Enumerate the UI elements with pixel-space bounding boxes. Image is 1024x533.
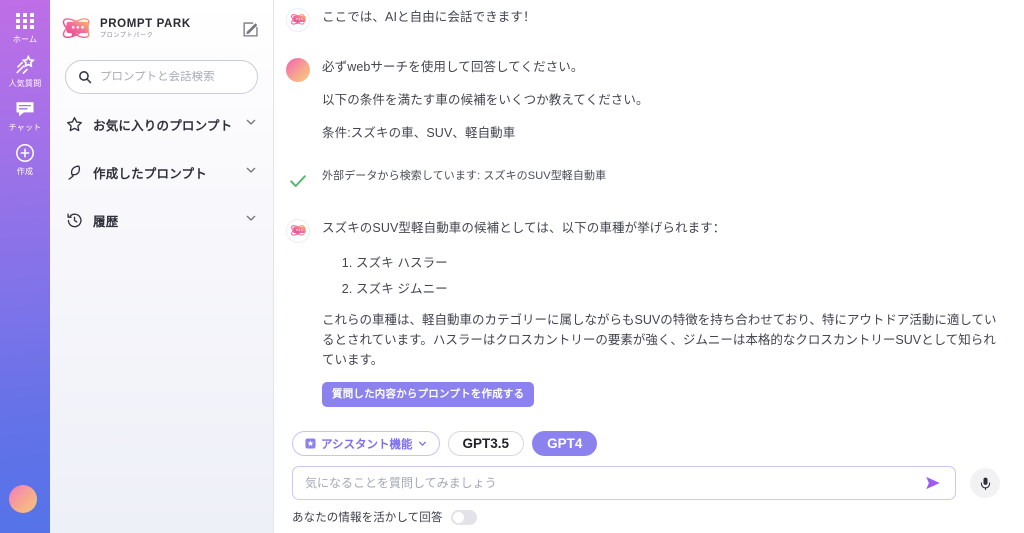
chat-bubble-icon: [14, 98, 36, 120]
grid-icon: [14, 10, 36, 32]
message-user: 必ずwebサーチを使用して回答してください。 以下の条件を満たす車の候補をいくつ…: [274, 56, 1024, 145]
primary-nav-rail: ホーム 人気質問 チャット 作成: [0, 0, 50, 533]
chevron-down-icon[interactable]: [245, 211, 257, 229]
rail-item-create[interactable]: 作成: [0, 142, 50, 177]
ask-input[interactable]: [305, 476, 923, 490]
avatar: [286, 8, 310, 32]
create-prompt-from-question-button[interactable]: 質問した内容からプロンプトを作成する: [322, 382, 535, 407]
ask-input-box[interactable]: [292, 466, 956, 500]
sidebar-search: [50, 46, 273, 94]
rail-item-chat[interactable]: チャット: [0, 98, 50, 133]
star-icon: [66, 116, 83, 133]
search-box[interactable]: [65, 60, 258, 94]
sidebar: PROMPT PARK プロンプトパーク プロンプトと会話検索 お気に入りのプロ…: [50, 0, 274, 533]
sidebar-header: PROMPT PARK プロンプトパーク: [50, 0, 273, 46]
chat-main: ここでは、AIと自由に会話できます！ 必ずwebサーチを使用して回答してください…: [274, 0, 1024, 533]
model-chip-gpt4[interactable]: GPT4: [532, 431, 598, 456]
brand[interactable]: PROMPT PARK プロンプトパーク: [60, 14, 191, 44]
search-icon: [79, 71, 92, 84]
sidebar-item-label: お気に入りのプロンプト: [93, 118, 233, 133]
sidebar-item-created-prompts[interactable]: 作成したプロンプト: [66, 160, 257, 184]
app-root: ホーム 人気質問 チャット 作成 PROMPT PARK プロンプトパーク プロ…: [0, 0, 1024, 533]
feather-icon: [66, 164, 83, 181]
green-check-icon: [286, 169, 310, 193]
sidebar-item-favorites[interactable]: お気に入りのプロンプト: [66, 112, 257, 136]
message-search-status: 外部データから検索しています: スズキのSUV型軽自動車: [274, 167, 1024, 193]
rail-item-label: 作成: [16, 167, 34, 176]
sidebar-item-label: 履歴: [93, 214, 119, 229]
chevron-down-icon[interactable]: [245, 115, 257, 133]
prompt-park-logo: [60, 14, 94, 44]
bot-avatar: [286, 219, 310, 243]
rail-item-label: ホーム: [12, 35, 38, 44]
user-line: 条件:スズキの車、SUV、軽自動車: [322, 126, 516, 140]
composer-chips: アシスタント機能 GPT3.5 GPT4: [286, 431, 1000, 456]
rail-item-label: チャット: [8, 123, 42, 132]
shooting-star-icon: [14, 54, 36, 76]
model-chip-gpt35[interactable]: GPT3.5: [447, 431, 525, 456]
composer: アシスタント機能 GPT3.5 GPT4 気になることを質問してみましょう あな…: [274, 431, 1024, 533]
message-intro: ここでは、AIと自由に会話できます！: [274, 6, 1024, 32]
rail-item-popular[interactable]: 人気質問: [0, 54, 50, 89]
assistant-icon: [305, 438, 316, 449]
search-status-text: 外部データから検索しています: スズキのSUV型軽自動車: [322, 170, 607, 182]
intro-text: ここでは、AIと自由に会話できます！: [322, 10, 536, 24]
assistant-features-chip[interactable]: アシスタント機能: [292, 431, 440, 456]
microphone-icon[interactable]: [970, 468, 1000, 498]
message-thread: ここでは、AIと自由に会話できます！ 必ずwebサーチを使用して回答してください…: [274, 0, 1024, 407]
list-item: スズキ ジムニー: [356, 276, 1000, 302]
bot-avatar: [286, 8, 310, 32]
sidebar-item-label: 作成したプロンプト: [93, 166, 207, 181]
chevron-down-icon: [418, 441, 426, 446]
sidebar-nav: お気に入りのプロンプト 作成したプロンプト 履歴: [50, 94, 273, 232]
user-line: 必ずwebサーチを使用して回答してください。: [322, 60, 584, 74]
answer-intro: スズキのSUV型軽自動車の候補としては、以下の車種が挙げられます：: [322, 221, 726, 235]
personalize-label: あなたの情報を活かして回答: [292, 512, 443, 524]
user-avatar[interactable]: [9, 485, 37, 513]
rail-item-home[interactable]: ホーム: [0, 10, 50, 45]
personalize-toggle[interactable]: [451, 509, 478, 525]
user-line: 以下の条件を満たす車の候補をいくつか教えてください。: [322, 93, 649, 107]
message-answer: スズキのSUV型軽自動車の候補としては、以下の車種が挙げられます： スズキ ハス…: [274, 217, 1024, 407]
search-input[interactable]: [100, 71, 245, 83]
brand-name: PROMPT PARK: [100, 17, 191, 30]
avatar: [286, 219, 310, 243]
history-clock-icon: [66, 212, 83, 229]
avatar: [286, 58, 310, 82]
chevron-down-icon[interactable]: [245, 163, 257, 181]
answer-summary: これらの車種は、軽自動車のカテゴリーに属しながらもSUVの特徴を持ち合わせており…: [322, 313, 997, 367]
answer-list: スズキ ハスラー スズキ ジムニー: [356, 250, 1000, 302]
user-avatar: [286, 58, 310, 82]
personalize-row: あなたの情報を活かして回答: [286, 500, 1000, 525]
sidebar-item-history[interactable]: 履歴: [66, 208, 257, 232]
plus-circle-icon: [14, 142, 36, 164]
compose-icon[interactable]: [239, 18, 261, 40]
brand-subtitle: プロンプトパーク: [100, 33, 154, 40]
assistant-features-label: アシスタント機能: [321, 438, 413, 451]
rail-item-label: 人気質問: [8, 79, 42, 88]
send-arrow-icon[interactable]: [923, 473, 943, 493]
list-item: スズキ ハスラー: [356, 250, 1000, 276]
composer-input-row: [286, 466, 1000, 500]
